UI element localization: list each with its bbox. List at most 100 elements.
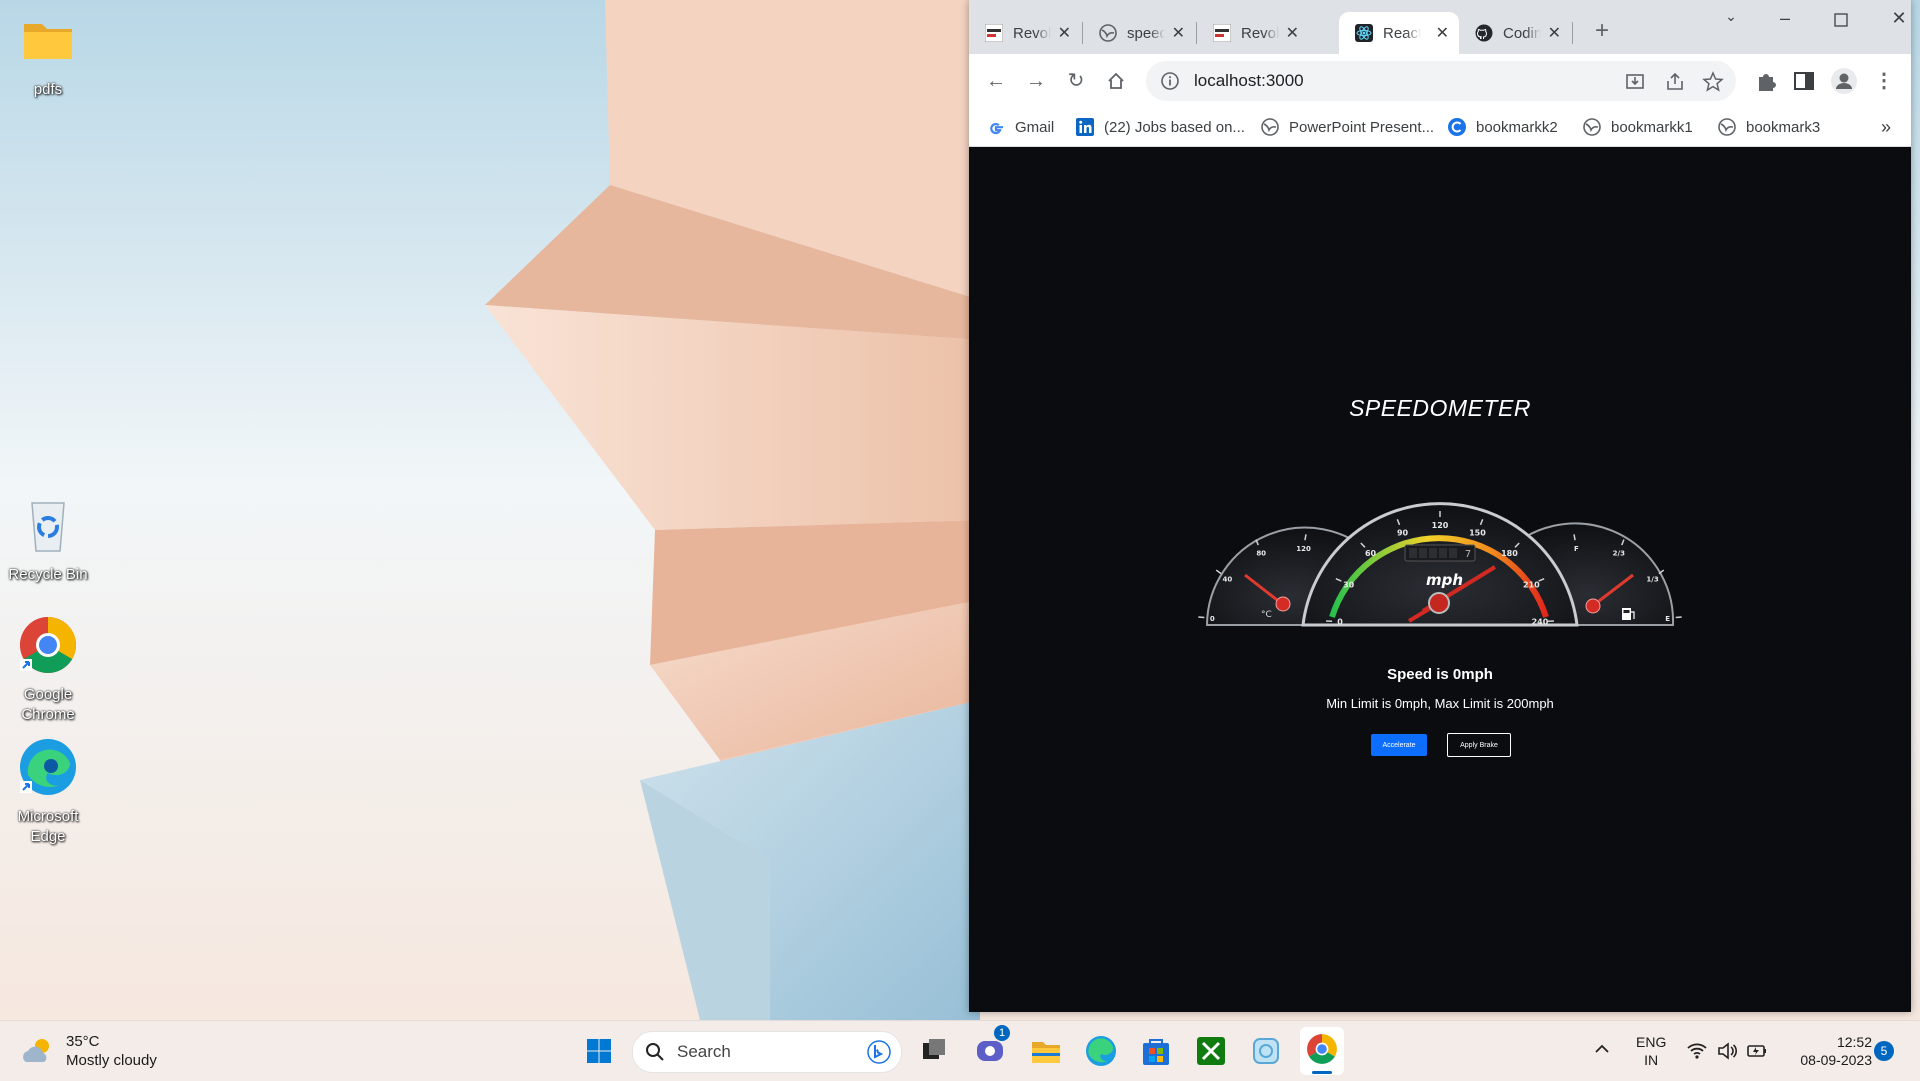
tab-search-button[interactable]: ⌄ bbox=[1711, 8, 1751, 32]
clock-time: 12:52 bbox=[1776, 1033, 1872, 1051]
fuel-tick-mark bbox=[1676, 617, 1682, 618]
microsoft-store-icon[interactable] bbox=[1136, 1031, 1176, 1071]
fuel-needle-hub bbox=[1586, 599, 1600, 613]
bookmark-gmail[interactable]: Gmail bbox=[987, 116, 1054, 138]
tab-separator bbox=[1572, 22, 1573, 44]
cloudy-icon bbox=[20, 1036, 56, 1066]
odometer-digit: 7 bbox=[1465, 549, 1471, 560]
language-indicator[interactable]: ENG IN bbox=[1636, 1033, 1666, 1069]
bookmark-jobs[interactable]: (22) Jobs based on... bbox=[1076, 116, 1245, 138]
extensions-icon[interactable] bbox=[1753, 68, 1779, 94]
close-icon[interactable]: ✕ bbox=[1548, 23, 1561, 43]
temp-tick-label: 40 bbox=[1223, 575, 1233, 583]
fuel-tick-label: F bbox=[1574, 545, 1579, 553]
tab-title: Codin bbox=[1503, 25, 1541, 42]
temp-tick-mark bbox=[1216, 570, 1221, 574]
address-text: localhost:3000 bbox=[1194, 71, 1304, 91]
close-icon[interactable]: ✕ bbox=[1286, 23, 1299, 43]
edge-icon bbox=[18, 737, 78, 797]
close-icon[interactable]: ✕ bbox=[1172, 23, 1185, 43]
battery-icon[interactable] bbox=[1746, 1040, 1768, 1062]
globe-icon bbox=[1261, 118, 1279, 136]
tab-react[interactable]: React ✕ bbox=[1339, 12, 1459, 54]
speed-needle-hub bbox=[1429, 593, 1449, 613]
weather-widget[interactable]: 35°C Mostly cloudy bbox=[20, 1029, 157, 1073]
taskbar: 35°C Mostly cloudy Search 1 ENG IN bbox=[0, 1020, 1920, 1081]
fuel-tick-label: 2/3 bbox=[1613, 550, 1625, 558]
bookmark-bookmark3[interactable]: bookmark3 bbox=[1718, 116, 1820, 138]
address-bar[interactable]: localhost:3000 bbox=[1146, 61, 1736, 101]
volume-icon[interactable] bbox=[1716, 1040, 1738, 1062]
chrome-taskbar-button[interactable] bbox=[1300, 1027, 1344, 1075]
tab-revolu-1[interactable]: Revolu ✕ bbox=[969, 12, 1081, 54]
recycle-bin-icon bbox=[18, 495, 78, 555]
speed-tick-label: 150 bbox=[1469, 528, 1486, 537]
page-title: SPEEDOMETER bbox=[969, 395, 1911, 422]
notification-badge[interactable]: 5 bbox=[1874, 1041, 1894, 1061]
share-icon[interactable] bbox=[1664, 71, 1686, 93]
start-button[interactable] bbox=[579, 1031, 619, 1071]
region-code: IN bbox=[1636, 1051, 1666, 1069]
desktop-icon-label: Microsoft Edge bbox=[0, 807, 96, 847]
bookmark-bookmarkk1[interactable]: bookmarkk1 bbox=[1583, 116, 1693, 138]
edge-taskbar-icon[interactable] bbox=[1081, 1031, 1121, 1071]
desktop-icon-microsoft-edge[interactable]: Microsoft Edge bbox=[0, 737, 96, 847]
reload-button[interactable]: ↻ bbox=[1063, 68, 1089, 94]
temp-tick-label: 80 bbox=[1256, 550, 1266, 558]
chrome-icon bbox=[18, 615, 78, 675]
speed-tick-label: 90 bbox=[1397, 528, 1409, 537]
bookmarks-overflow-button[interactable]: » bbox=[1881, 116, 1891, 138]
star-icon[interactable] bbox=[1702, 71, 1724, 93]
tab-title: Revolu bbox=[1241, 25, 1279, 42]
tab-speed[interactable]: speed ✕ bbox=[1083, 12, 1195, 54]
chrome-icon bbox=[1306, 1033, 1338, 1065]
forward-button[interactable]: → bbox=[1023, 68, 1049, 94]
bookmark-bookmarkk2[interactable]: bookmarkk2 bbox=[1448, 116, 1558, 138]
tab-title: speed bbox=[1127, 25, 1165, 42]
system-clock[interactable]: 12:52 08-09-2023 bbox=[1776, 1033, 1872, 1069]
task-view-icon[interactable] bbox=[914, 1031, 954, 1071]
new-tab-button[interactable]: + bbox=[1589, 18, 1615, 44]
speed-tick-label: 120 bbox=[1432, 521, 1449, 530]
photos-icon[interactable] bbox=[1246, 1031, 1286, 1071]
globe-icon bbox=[1583, 118, 1601, 136]
tab-codin[interactable]: Codin ✕ bbox=[1459, 12, 1571, 54]
browser-menu-button[interactable]: ⋮ bbox=[1871, 68, 1897, 94]
google-icon bbox=[987, 118, 1005, 136]
fuel-tick-label: 1/3 bbox=[1646, 575, 1658, 583]
tab-revolu-2[interactable]: Revolu ✕ bbox=[1197, 12, 1309, 54]
close-window-button[interactable]: ✕ bbox=[1879, 8, 1919, 32]
temp-tick-mark bbox=[1198, 617, 1204, 618]
side-panel-icon[interactable] bbox=[1791, 68, 1817, 94]
bookmark-powerpoint[interactable]: PowerPoint Present... bbox=[1261, 116, 1434, 138]
temp-tick-label: 0 bbox=[1210, 615, 1215, 623]
tab-title: Revolu bbox=[1013, 25, 1051, 42]
apply-brake-button[interactable]: Apply Brake bbox=[1447, 733, 1511, 757]
chat-app-button[interactable]: 1 bbox=[970, 1031, 1010, 1071]
desktop-icon-google-chrome[interactable]: Google Chrome bbox=[0, 615, 96, 725]
info-icon bbox=[1160, 71, 1180, 91]
install-icon[interactable] bbox=[1624, 71, 1646, 93]
speed-tick-label: 60 bbox=[1365, 549, 1377, 558]
xbox-icon[interactable] bbox=[1191, 1031, 1231, 1071]
chevron-up-icon[interactable] bbox=[1592, 1039, 1612, 1059]
desktop-icon-recycle-bin[interactable]: Recycle Bin bbox=[0, 495, 96, 585]
maximize-button[interactable] bbox=[1821, 8, 1861, 32]
close-icon[interactable]: ✕ bbox=[1436, 23, 1449, 43]
desktop-icon-label: pdfs bbox=[0, 80, 96, 100]
linkedin-icon bbox=[1076, 118, 1094, 136]
weather-temperature: 35°C bbox=[66, 1032, 157, 1051]
accelerate-button[interactable]: Accelerate bbox=[1371, 734, 1427, 756]
back-button[interactable]: ← bbox=[983, 68, 1009, 94]
temp-needle-hub bbox=[1276, 597, 1290, 611]
wifi-icon[interactable] bbox=[1686, 1040, 1708, 1062]
bing-icon bbox=[867, 1040, 891, 1064]
weather-description: Mostly cloudy bbox=[66, 1051, 157, 1070]
close-icon[interactable]: ✕ bbox=[1058, 23, 1071, 43]
file-explorer-icon[interactable] bbox=[1026, 1031, 1066, 1071]
home-button[interactable] bbox=[1103, 68, 1129, 94]
desktop-icon-pdfs[interactable]: pdfs bbox=[0, 10, 96, 100]
profile-avatar[interactable] bbox=[1831, 68, 1857, 94]
minimize-button[interactable]: – bbox=[1765, 8, 1805, 32]
taskbar-search[interactable]: Search bbox=[632, 1031, 902, 1073]
